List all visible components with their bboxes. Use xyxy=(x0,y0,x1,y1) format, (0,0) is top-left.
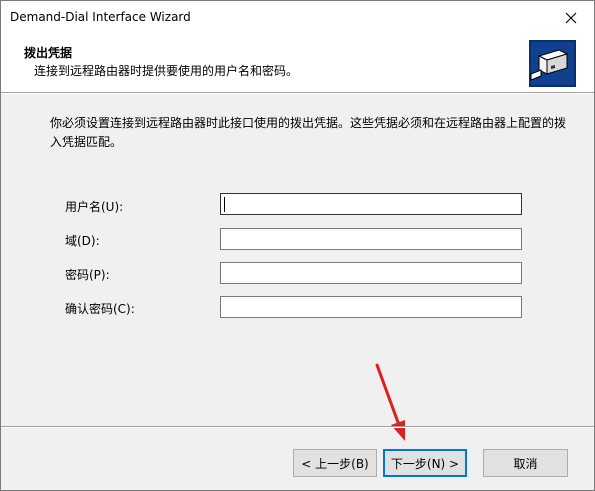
cancel-button[interactable]: 取消 xyxy=(483,449,568,477)
next-button[interactable]: 下一步(N) > xyxy=(383,449,467,477)
wizard-header: 拨出凭据 连接到远程路由器时提供要使用的用户名和密码。 xyxy=(1,34,594,92)
username-label: 用户名(U): xyxy=(65,200,124,214)
page-subtitle: 连接到远程路由器时提供要使用的用户名和密码。 xyxy=(34,64,299,78)
password-label: 密码(P): xyxy=(65,268,110,282)
domain-input[interactable] xyxy=(220,228,522,250)
close-icon xyxy=(565,12,577,23)
confirm-password-input[interactable] xyxy=(220,296,522,318)
domain-label: 域(D): xyxy=(65,234,100,248)
username-input[interactable] xyxy=(220,193,522,215)
instructions-text: 你必须设置连接到远程路由器时此接口使用的拨出凭据。这些凭据必须和在远程路由器上配… xyxy=(50,116,567,149)
back-button[interactable]: < 上一步(B) xyxy=(293,449,377,477)
wizard-window: Demand-Dial Interface Wizard 拨出凭据 连接到远程路… xyxy=(0,0,595,491)
router-connection-icon xyxy=(529,40,576,87)
close-button[interactable] xyxy=(548,1,594,34)
confirm-password-label: 确认密码(C): xyxy=(65,302,135,316)
title-bar: Demand-Dial Interface Wizard xyxy=(1,1,594,34)
annotation-arrow-icon xyxy=(375,363,405,441)
password-input[interactable] xyxy=(220,262,522,284)
window-title: Demand-Dial Interface Wizard xyxy=(10,10,191,24)
text-caret xyxy=(224,197,225,212)
page-title: 拨出凭据 xyxy=(24,46,73,60)
